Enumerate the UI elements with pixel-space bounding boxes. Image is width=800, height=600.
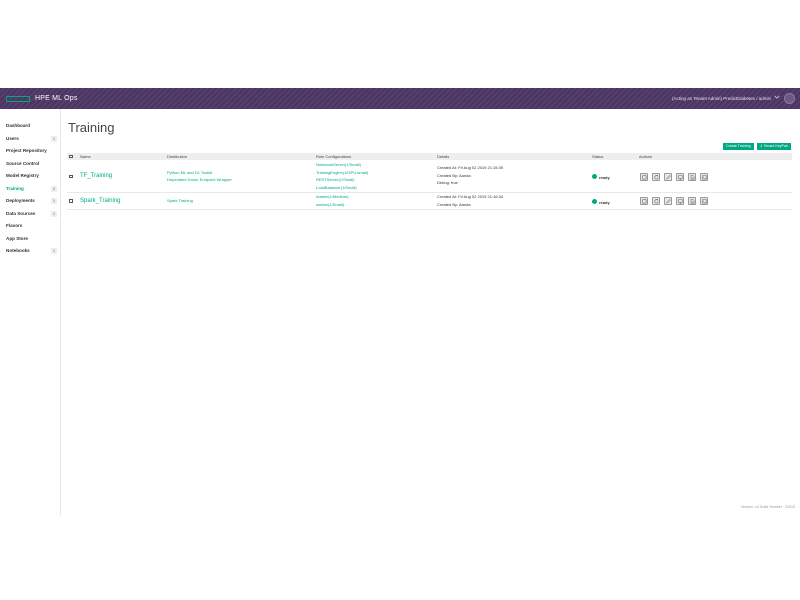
avatar[interactable] — [784, 93, 795, 104]
status-dot-icon — [592, 174, 597, 179]
edit-icon — [666, 174, 671, 179]
stop-button[interactable] — [640, 172, 648, 181]
table-header: Name Distribution Role Configurations De… — [67, 153, 792, 160]
sidebar-item-label: Data Sources — [6, 210, 36, 216]
role-config-link[interactable]: NotebookServer(1/Small) — [316, 161, 361, 169]
edit-icon — [666, 199, 671, 204]
monitor-button[interactable] — [676, 172, 684, 181]
stop-button[interactable] — [640, 197, 648, 205]
brand-name: HPE ML Ops — [35, 95, 78, 102]
monitor-button[interactable] — [676, 197, 684, 205]
refresh-icon — [654, 198, 659, 204]
sidebar-item-label: Source Control — [6, 160, 40, 166]
sidebar-item-users[interactable]: Users 1 — [0, 133, 60, 146]
sidebar-item-label: Notebooks — [6, 248, 30, 253]
sidebar-item-label: Users — [6, 135, 19, 141]
terminal-button[interactable] — [700, 172, 708, 181]
sidebar-item-app-store[interactable]: App Store — [0, 233, 60, 246]
sidebar-item-label: Training — [6, 185, 24, 191]
sidebar-item-label: Project Repository — [6, 148, 47, 153]
column-header-details[interactable]: Details — [437, 153, 449, 160]
sidebar-item-model-registry[interactable]: Model Registry — [0, 170, 60, 183]
notes-icon — [690, 174, 695, 180]
distribution-link[interactable]: Spark Training — [167, 197, 193, 205]
acting-as-label[interactable]: (Acting as Tenant Admin) PredictDiabetes… — [672, 88, 771, 109]
sidebar-item-dashboard[interactable]: Dashboard — [0, 120, 60, 133]
sidebar-item-notebooks[interactable]: Notebooks 1 — [0, 245, 60, 258]
role-config-link[interactable]: master(1/Medium) — [316, 193, 348, 201]
row-checkbox[interactable] — [69, 199, 73, 203]
monitor-icon — [678, 174, 683, 180]
tenant-keypair-button[interactable]: ⚷ Tenant KeyPair — [757, 143, 791, 150]
monitor-icon — [678, 199, 683, 204]
chevron-down-icon[interactable] — [774, 94, 780, 100]
refresh-icon — [654, 174, 659, 179]
column-header-status[interactable]: Status — [592, 153, 603, 160]
hpe-logo-icon — [6, 95, 30, 102]
select-all-checkbox[interactable] — [69, 154, 73, 159]
sidebar-item-label: Flavors — [6, 223, 23, 228]
sidebar-item-training[interactable]: Training 2 — [0, 183, 60, 196]
sidebar-item-label: App Store — [6, 235, 28, 241]
sidebar-item-source-control[interactable]: Source Control — [0, 158, 60, 171]
table-row: TF_Training Python ML and DL Toolkit Dep… — [67, 161, 792, 193]
version-label: Version: v.0 Build Number : 21913 — [740, 505, 795, 509]
distribution-link[interactable]: Dependent Donor Endpoint Wrapper — [167, 176, 232, 184]
count-badge: 1 — [51, 210, 57, 217]
column-header-roles[interactable]: Role Configurations — [316, 153, 351, 160]
sidebar-item-label: Deployments — [6, 198, 35, 203]
count-badge: 1 — [51, 248, 57, 254]
terminal-icon — [702, 174, 707, 179]
column-header-distribution[interactable]: Distribution — [167, 153, 187, 160]
sidebar-item-project-repository[interactable]: Project Repository — [0, 145, 60, 158]
status-dot-icon — [592, 198, 597, 204]
top-whitespace — [0, 0, 800, 88]
edit-button[interactable] — [664, 197, 672, 205]
role-config-link[interactable]: RESTServer(1/Small) — [316, 176, 354, 184]
notes-icon — [690, 199, 695, 204]
column-header-name[interactable]: Name — [80, 153, 91, 160]
role-config-link[interactable]: worker(1/Small) — [316, 201, 344, 209]
edit-button[interactable] — [664, 172, 672, 181]
role-config-link[interactable]: LoadBalancer(1/Small) — [316, 184, 357, 192]
count-badge: 2 — [51, 185, 57, 192]
notes-button[interactable] — [688, 197, 696, 205]
refresh-button[interactable] — [652, 172, 660, 181]
refresh-button[interactable] — [652, 197, 660, 205]
create-training-button[interactable]: Create Training — [723, 143, 754, 150]
status-badge: ready — [599, 199, 610, 205]
training-name-link[interactable]: TF_Training — [80, 173, 112, 181]
table-row: Spark_Training Spark Training master(1/M… — [67, 193, 792, 210]
sidebar-item-data-sources[interactable]: Data Sources 1 — [0, 208, 60, 221]
status-badge: ready — [599, 175, 610, 180]
sidebar-item-flavors[interactable]: Flavors — [0, 220, 60, 233]
terminal-icon — [702, 199, 707, 204]
stop-icon — [642, 199, 647, 204]
sidebar: Dashboard Users 1 Project Repository Sour… — [0, 109, 61, 515]
role-config-link[interactable]: TrainingEngine(1/GPU-small) — [316, 169, 368, 177]
column-header-actions: Actions — [639, 154, 653, 159]
detail-debug: Debug: true — [437, 180, 458, 185]
main-content: Training Create Training ⚷ Tenant KeyPai… — [61, 109, 800, 515]
distribution-link[interactable]: Python ML and DL Toolkit — [167, 169, 212, 177]
terminal-button[interactable] — [700, 197, 708, 205]
stop-icon — [642, 174, 647, 179]
detail-created-by: Created By: Aanda — [437, 201, 471, 207]
page-title: Training — [68, 120, 115, 135]
bottom-whitespace — [0, 515, 800, 600]
sidebar-item-deployments[interactable]: Deployments 1 — [0, 195, 60, 208]
sidebar-item-label: Model Registry — [6, 173, 39, 178]
detail-created-by: Created By: Aanda — [437, 172, 471, 178]
count-badge: 1 — [51, 135, 57, 142]
count-badge: 1 — [51, 198, 57, 204]
sidebar-item-label: Dashboard — [6, 123, 30, 128]
detail-created-at: Created At: Fri Aug 02 2019 21:15:39 — [437, 165, 504, 170]
detail-created-at: Created At: Fri Aug 02 2019 21:16:34 — [437, 194, 504, 199]
training-name-link[interactable]: Spark_Training — [80, 198, 120, 206]
row-checkbox[interactable] — [69, 174, 73, 178]
app-header: HPE ML Ops (Acting as Tenant Admin) Pred… — [0, 88, 800, 109]
notes-button[interactable] — [688, 172, 696, 181]
